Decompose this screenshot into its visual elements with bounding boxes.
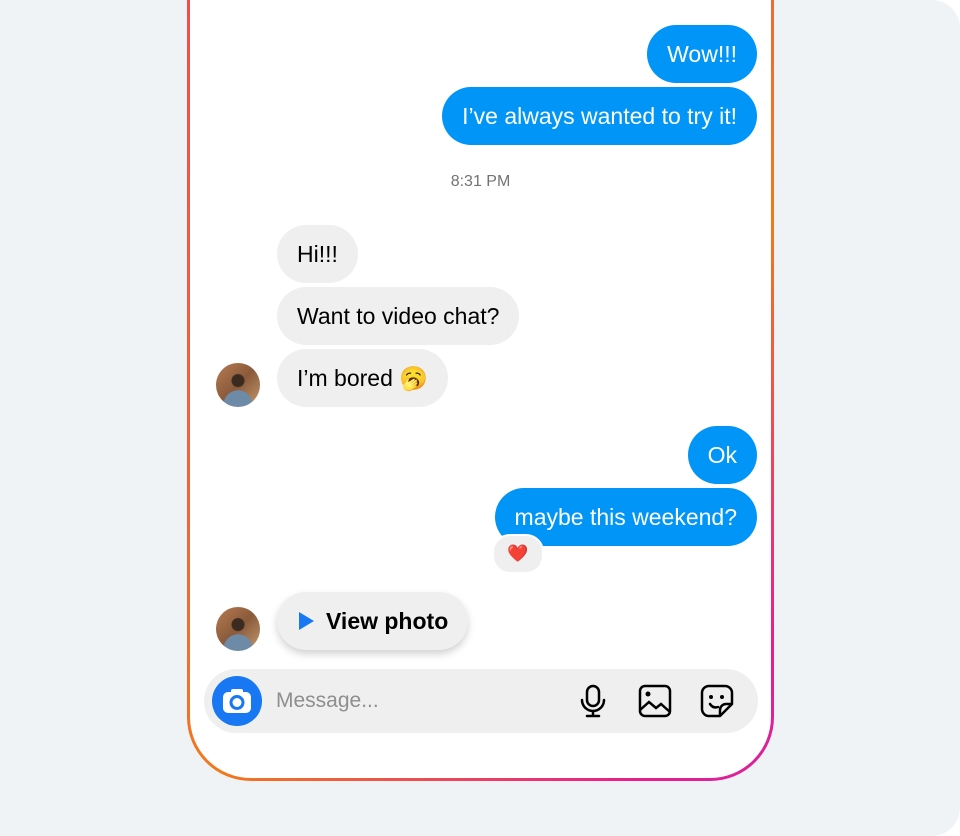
- camera-button[interactable]: [212, 676, 262, 726]
- view-photo-button[interactable]: View photo: [277, 592, 469, 650]
- gallery-icon[interactable]: [638, 684, 672, 718]
- view-photo-label: View photo: [326, 607, 449, 634]
- message-bubble-outgoing[interactable]: Wow!!!: [647, 25, 757, 83]
- sticker-icon[interactable]: [700, 684, 734, 718]
- avatar[interactable]: [216, 607, 260, 651]
- message-bubble-outgoing[interactable]: Ok: [687, 426, 757, 484]
- message-bubble-incoming[interactable]: I’m bored 🥱: [277, 349, 448, 407]
- chat-screen: Wow!!! I’ve always wanted to try it! 8:3…: [190, 0, 771, 778]
- message-composer: Message...: [204, 669, 758, 733]
- camera-icon: [223, 689, 251, 713]
- heart-reaction[interactable]: ❤️: [492, 534, 544, 574]
- message-input[interactable]: Message...: [276, 689, 576, 713]
- message-bubble-incoming[interactable]: Want to video chat?: [277, 287, 520, 345]
- message-bubble-incoming[interactable]: Hi!!!: [277, 225, 358, 283]
- timestamp: 8:31 PM: [450, 173, 511, 190]
- microphone-icon[interactable]: [576, 684, 610, 718]
- play-icon: [299, 612, 314, 630]
- message-bubble-outgoing[interactable]: I’ve always wanted to try it!: [442, 87, 757, 145]
- avatar[interactable]: [216, 363, 260, 407]
- phone-frame: Wow!!! I’ve always wanted to try it! 8:3…: [187, 0, 774, 781]
